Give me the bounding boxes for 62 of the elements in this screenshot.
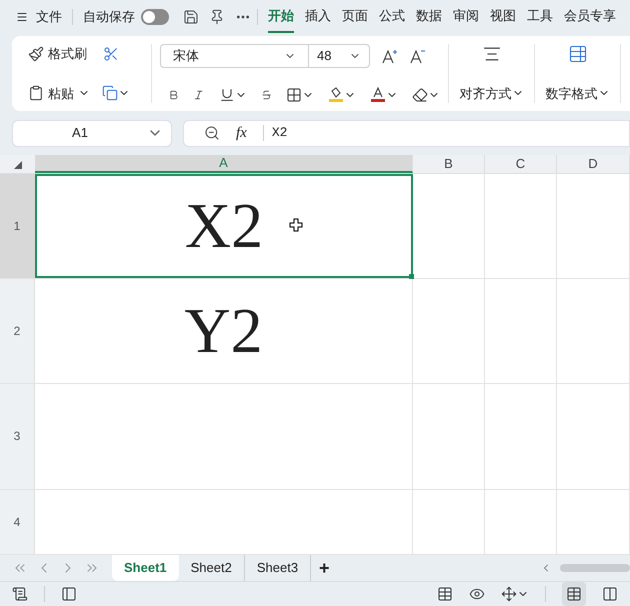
add-sheet-button[interactable]: + [311, 554, 338, 582]
ribbon-tab[interactable]: 公式 [379, 0, 405, 33]
row-header[interactable]: 1 [0, 174, 35, 278]
cursor-icon [289, 218, 303, 232]
column-header[interactable]: B [413, 155, 485, 173]
pin-icon[interactable] [209, 8, 225, 24]
table-protect-icon[interactable] [437, 586, 453, 602]
eraser-icon[interactable] [412, 87, 428, 103]
ribbon-tab[interactable]: 数据 [416, 0, 442, 33]
font-dropdown[interactable]: 宋体 48 [160, 44, 370, 68]
number-format-button[interactable]: 数字格式 [535, 44, 621, 103]
format-painter-button[interactable]: 格式刷 [28, 44, 87, 64]
zoom-out-icon[interactable] [204, 125, 220, 141]
column-header[interactable]: C [485, 155, 557, 173]
ribbon-tab[interactable]: 插入 [305, 0, 331, 33]
ribbon-tab[interactable]: 会员专享 [564, 0, 616, 33]
fill-color-icon[interactable] [328, 87, 344, 103]
borders-icon[interactable] [286, 87, 302, 103]
number-format-icon [568, 44, 588, 64]
ribbon-tab[interactable]: 审阅 [453, 0, 479, 33]
ribbon-tab[interactable]: 开始 [268, 0, 294, 33]
macro-icon[interactable] [12, 586, 28, 602]
increase-font-icon[interactable] [382, 48, 398, 64]
autosave-toggle[interactable] [141, 8, 169, 24]
decrease-font-icon[interactable] [410, 48, 426, 64]
row-header[interactable]: 3 [0, 384, 35, 489]
ribbon-tab[interactable]: 视图 [490, 0, 516, 33]
normal-view-button[interactable] [562, 582, 586, 606]
ribbon-tab[interactable]: 页面 [342, 0, 368, 33]
ribbon-tab[interactable]: 工具 [527, 0, 553, 33]
page-layout-icon[interactable] [602, 586, 618, 602]
copy-button[interactable] [102, 85, 130, 102]
menu-icon [16, 10, 28, 22]
table-icon [566, 586, 582, 602]
underline-icon[interactable] [218, 87, 235, 103]
cut-icon[interactable] [103, 46, 119, 62]
cell-text: X2 [184, 194, 264, 258]
horizontal-scrollbar[interactable] [560, 564, 630, 572]
save-icon[interactable] [183, 8, 199, 24]
file-menu[interactable]: 文件 [16, 6, 62, 26]
alignment-button[interactable]: 对齐方式 [449, 44, 535, 103]
move-icon[interactable] [501, 586, 517, 602]
clipboard-icon [28, 85, 44, 102]
brush-icon [28, 46, 44, 62]
paste-button[interactable]: 粘贴 [28, 84, 90, 103]
font-color-icon[interactable] [370, 87, 386, 103]
column-header[interactable]: D [557, 155, 630, 173]
row-header[interactable]: 4 [0, 490, 35, 554]
column-header[interactable]: A [35, 155, 413, 173]
autosave-label: 自动保存 [83, 8, 135, 26]
copy-icon [102, 85, 118, 102]
panel-icon[interactable] [61, 586, 77, 602]
eye-icon[interactable] [469, 586, 485, 602]
function-label[interactable]: fx [236, 122, 247, 144]
row-header[interactable]: 2 [0, 279, 35, 384]
cell-text: Y2 [184, 299, 263, 364]
sheet-tab[interactable]: Sheet1 [112, 555, 179, 581]
select-all-icon[interactable] [14, 161, 22, 169]
formula-input[interactable]: X2 [272, 123, 288, 143]
sheet-tab[interactable]: Sheet3 [244, 555, 312, 581]
sheet-tab[interactable]: Sheet2 [178, 555, 245, 581]
name-box[interactable]: A1 [12, 120, 172, 146]
